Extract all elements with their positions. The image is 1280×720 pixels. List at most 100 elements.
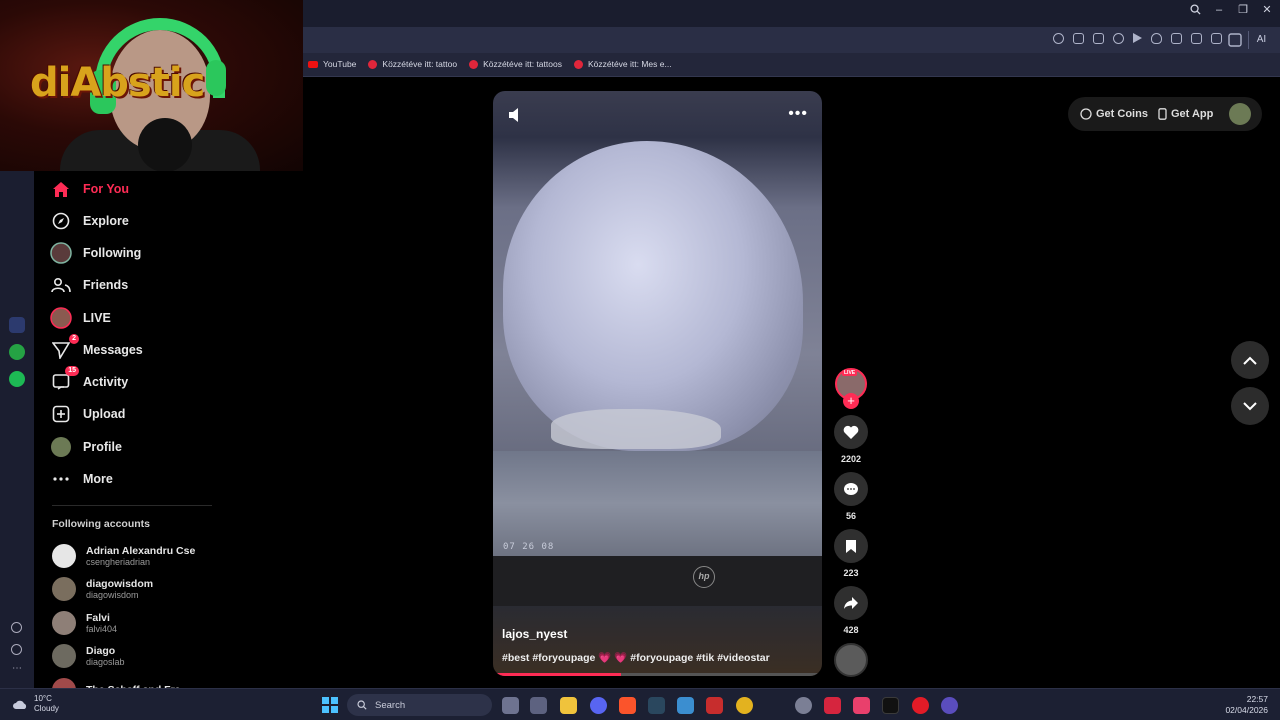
shield-icon[interactable] (1113, 33, 1124, 44)
following-accounts-heading: Following accounts (52, 518, 151, 530)
play-icon[interactable] (1133, 33, 1142, 43)
wallet-icon[interactable] (1211, 33, 1222, 44)
nav-item-friends[interactable]: Friends (49, 273, 128, 297)
discord-icon[interactable] (590, 697, 607, 714)
user-avatar[interactable] (1229, 103, 1252, 125)
steam-icon[interactable] (648, 697, 665, 714)
tiktok-pink-icon[interactable] (853, 697, 870, 714)
restore-icon[interactable]: ❐ (1238, 4, 1248, 16)
nav-item-explore[interactable]: Explore (49, 209, 129, 233)
extension-icon[interactable] (1226, 31, 1244, 49)
opera-icon[interactable] (912, 697, 929, 714)
inbox-icon: 15 (49, 366, 79, 394)
download-icon[interactable] (1171, 33, 1182, 44)
heart-icon[interactable] (1151, 33, 1162, 44)
previous-video-button[interactable] (1231, 341, 1269, 379)
sound-avatar[interactable] (834, 643, 868, 677)
nav-item-upload[interactable]: Upload (49, 402, 125, 426)
spotify-icon[interactable] (9, 371, 25, 387)
get-app-button[interactable]: Get App (1158, 108, 1213, 120)
weather-condition: Cloudy (34, 704, 59, 713)
following-account-item[interactable]: Adrian Alexandru Cse csengheriadrian (52, 542, 195, 570)
comment-button[interactable] (834, 472, 868, 506)
nav-label: Messages (83, 343, 143, 357)
tiktok-icon[interactable] (882, 697, 899, 714)
nav-item-more[interactable]: More (49, 467, 113, 491)
heart-outline-icon[interactable] (11, 622, 22, 633)
avatar (52, 544, 76, 568)
more-options-icon[interactable]: ••• (788, 105, 808, 123)
like-button[interactable] (834, 415, 868, 449)
minimize-icon[interactable]: – (1214, 4, 1224, 16)
bookmark-list: YouTube Közzétéve itt: tattoo Közzétéve it… (308, 59, 672, 69)
brave-icon[interactable] (619, 697, 636, 714)
whatsapp-icon[interactable] (9, 344, 25, 360)
comment-icon (844, 482, 858, 495)
more-dots-icon[interactable]: ⋯ (9, 663, 25, 679)
stream-logo: diAbstic (30, 60, 205, 106)
save-count: 223 (843, 568, 859, 578)
edit-icon[interactable] (1073, 33, 1084, 44)
nav-item-live[interactable]: LIVE (49, 306, 111, 330)
messenger-icon[interactable] (9, 317, 25, 333)
menu-icon[interactable] (1191, 33, 1202, 44)
file-explorer-icon[interactable] (560, 697, 577, 714)
close-icon[interactable]: ✕ (1262, 4, 1272, 16)
bookmark-item[interactable]: Közzétéve itt: tattoos (469, 59, 562, 69)
get-coins-label: Get Coins (1096, 108, 1148, 120)
video-author[interactable]: lajos_nyest (502, 627, 567, 641)
following-account-item[interactable]: Falvi falvi404 (52, 609, 117, 637)
coin-app-icon[interactable] (736, 697, 753, 714)
clock-time: 22:57 (1246, 694, 1268, 704)
task-view-icon[interactable] (502, 697, 519, 714)
headphone-right (206, 60, 226, 96)
get-coins-button[interactable]: Get Coins (1080, 108, 1148, 120)
start-button[interactable] (322, 697, 338, 713)
video-player[interactable]: 07 26 08 hp ••• lajos_nyest #best #foryo… (493, 91, 822, 676)
nav-label: For You (83, 182, 130, 196)
account-text: Adrian Alexandru Cse csengheriadrian (86, 545, 195, 568)
live-tag: LIVE (842, 370, 858, 376)
search-icon[interactable] (1190, 4, 1201, 16)
weather-widget[interactable]: 10°C Cloudy (12, 694, 59, 714)
wps-icon[interactable] (824, 697, 841, 714)
follow-plus-icon[interactable]: + (843, 393, 859, 409)
volume-icon[interactable] (507, 107, 525, 123)
app-tf-icon[interactable] (706, 697, 723, 714)
nav-label: Activity (83, 375, 129, 389)
creator-avatar-button[interactable]: LIVE + (834, 368, 868, 412)
save-button[interactable] (834, 529, 868, 563)
next-video-button[interactable] (1231, 387, 1269, 425)
video-progress-bar[interactable] (493, 673, 822, 676)
widgets-icon[interactable] (530, 697, 547, 714)
bookmark-item[interactable]: Közzétéve itt: tattoo (368, 59, 457, 69)
account-name: Adrian Alexandru Cse (86, 544, 196, 557)
clock-icon[interactable] (11, 644, 22, 655)
search-placeholder: Search (375, 699, 406, 711)
heart-icon (843, 425, 859, 439)
system-clock[interactable]: 22:57 02/04/2026 (1225, 694, 1268, 716)
nav-item-activity[interactable]: 15 Activity (49, 366, 129, 394)
bookmark-item[interactable]: YouTube (308, 59, 356, 69)
zoom-icon[interactable] (1053, 33, 1064, 44)
video-frost-bush (503, 141, 803, 451)
camera-icon[interactable] (1093, 33, 1104, 44)
nav-label: Friends (83, 278, 129, 292)
settings-icon[interactable] (795, 697, 812, 714)
video-timestamp-overlay: 07 26 08 (503, 542, 555, 552)
nav-item-for-you[interactable]: For You (49, 177, 129, 201)
video-caption[interactable]: #best #foryoupage 💗 💗 #foryoupage #tik #… (502, 651, 770, 664)
following-account-item[interactable]: Diago diagoslab (52, 642, 125, 670)
ai-button[interactable]: AI (1248, 31, 1274, 49)
following-account-item[interactable]: diagowisdom diagowisdom (52, 575, 153, 603)
bookmark-icon (846, 539, 856, 553)
nav-item-messages[interactable]: 2 Messages (49, 334, 143, 362)
nav-item-following[interactable]: Following (49, 241, 141, 265)
account-username: diagoslab (86, 656, 125, 667)
obs-icon[interactable] (941, 697, 958, 714)
bookmark-item[interactable]: Közzétéve itt: Mes e... (573, 59, 672, 69)
nav-item-profile[interactable]: Profile (49, 435, 122, 459)
photos-icon[interactable] (677, 697, 694, 714)
taskbar-search[interactable]: Search (347, 694, 492, 716)
share-button[interactable] (834, 586, 868, 620)
